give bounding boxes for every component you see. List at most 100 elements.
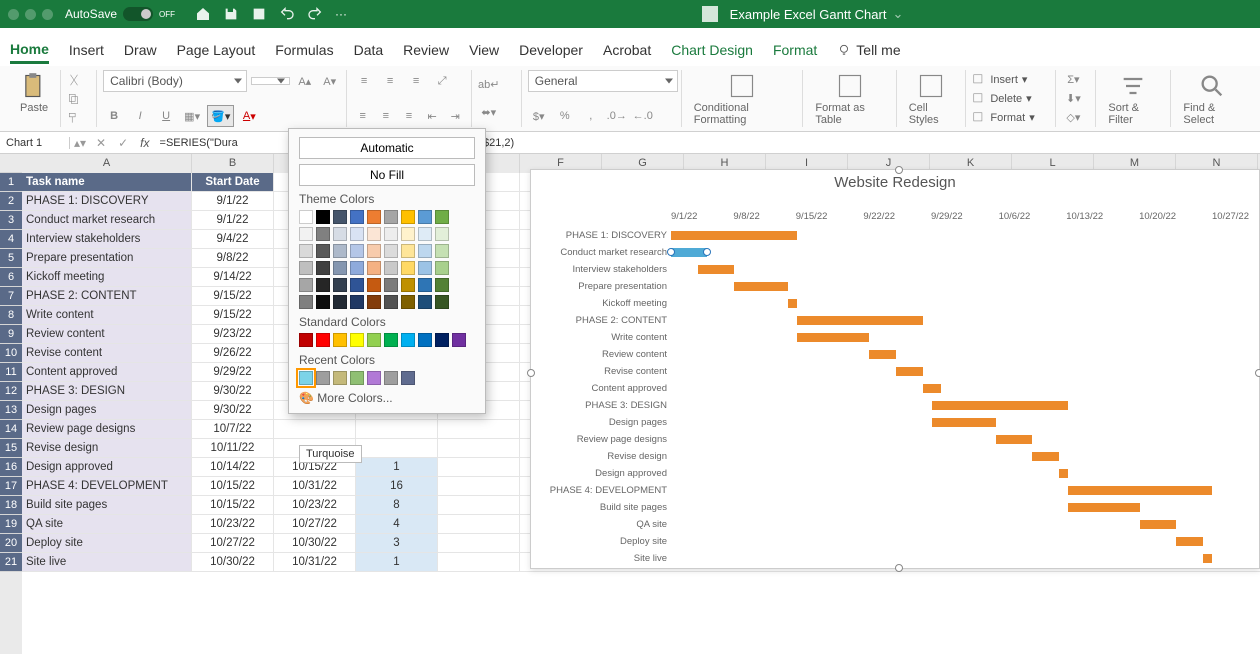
no-fill-button[interactable]: No Fill [299, 164, 475, 186]
color-swatch[interactable] [333, 278, 347, 292]
comma-icon[interactable]: , [580, 105, 602, 127]
format-painter-icon[interactable] [67, 111, 81, 125]
color-swatch[interactable] [367, 295, 381, 309]
chart-bar[interactable] [1176, 537, 1203, 546]
color-swatch[interactable] [401, 295, 415, 309]
more-icon[interactable]: ··· [335, 7, 347, 21]
paste-button[interactable]: Paste [14, 70, 54, 116]
color-swatch[interactable] [316, 244, 330, 258]
fx-icon[interactable]: fx [134, 136, 155, 150]
color-swatch[interactable] [418, 333, 432, 347]
color-swatch[interactable] [367, 261, 381, 275]
color-swatch[interactable] [316, 210, 330, 224]
tab-draw[interactable]: Draw [124, 38, 157, 62]
delete-cells-button[interactable]: Delete ▾ [972, 92, 1049, 106]
chart-bar[interactable] [996, 435, 1032, 444]
tell-me[interactable]: Tell me [837, 34, 900, 66]
redo-icon[interactable] [307, 6, 323, 22]
chart-bar[interactable] [1068, 503, 1140, 512]
indent-inc-icon[interactable]: ⇥ [446, 105, 465, 127]
color-swatch[interactable] [299, 371, 313, 385]
color-swatch[interactable] [384, 371, 398, 385]
color-swatch[interactable] [333, 210, 347, 224]
color-swatch[interactable] [316, 227, 330, 241]
percent-icon[interactable]: % [554, 105, 576, 127]
autosum-icon[interactable]: Σ▾ [1062, 70, 1084, 89]
align-right-icon[interactable]: ≡ [399, 105, 418, 127]
format-as-table-button[interactable]: Format as Table [809, 70, 889, 128]
color-swatch[interactable] [367, 210, 381, 224]
find-select-button[interactable]: Find & Select [1177, 70, 1246, 128]
color-swatch[interactable] [299, 210, 313, 224]
color-swatch[interactable] [435, 295, 449, 309]
increase-font-icon[interactable]: A▴ [294, 70, 315, 92]
chart-bar[interactable] [1059, 469, 1068, 478]
color-swatch[interactable] [299, 278, 313, 292]
color-swatch[interactable] [350, 227, 364, 241]
tab-data[interactable]: Data [354, 38, 384, 62]
autosave-toggle[interactable]: AutoSave OFF [65, 7, 175, 21]
color-swatch[interactable] [418, 295, 432, 309]
color-swatch[interactable] [316, 278, 330, 292]
inc-dec-icon[interactable]: .0→ [606, 105, 628, 127]
color-swatch[interactable] [367, 278, 381, 292]
color-swatch[interactable] [435, 278, 449, 292]
merge-icon[interactable]: ⬌▾ [478, 102, 500, 124]
cancel-icon[interactable]: ✕ [90, 136, 112, 150]
color-swatch[interactable] [316, 371, 330, 385]
color-swatch[interactable] [299, 244, 313, 258]
border-button[interactable]: ▦▾ [181, 105, 203, 127]
conditional-formatting-button[interactable]: Conditional Formatting [688, 70, 797, 128]
chart-bar[interactable] [932, 401, 1067, 410]
tab-format[interactable]: Format [773, 38, 817, 62]
color-swatch[interactable] [367, 371, 381, 385]
chart-bar[interactable] [1032, 452, 1059, 461]
color-swatch[interactable] [418, 261, 432, 275]
worksheet[interactable]: 123456789101112131415161718192021 ABCDEF… [0, 154, 1260, 654]
document-title[interactable]: Example Excel Gantt Chart ⌄ [696, 6, 904, 22]
color-swatch[interactable] [333, 227, 347, 241]
automatic-color-button[interactable]: Automatic [299, 137, 475, 159]
color-swatch[interactable] [299, 295, 313, 309]
fill-color-dropdown[interactable]: Automatic No Fill Theme Colors Standard … [288, 128, 486, 414]
tab-review[interactable]: Review [403, 38, 449, 62]
fill-icon[interactable]: ⬇▾ [1062, 89, 1084, 108]
color-swatch[interactable] [350, 371, 364, 385]
color-swatch[interactable] [401, 244, 415, 258]
color-swatch[interactable] [435, 210, 449, 224]
color-swatch[interactable] [367, 333, 381, 347]
tab-pagelayout[interactable]: Page Layout [177, 38, 256, 62]
chart-bar[interactable] [797, 316, 923, 325]
color-swatch[interactable] [299, 333, 313, 347]
wrap-text-icon[interactable]: ab↵ [478, 73, 500, 95]
chart-bar[interactable] [671, 231, 797, 240]
font-color-button[interactable]: A▾ [238, 105, 260, 127]
name-box[interactable]: Chart 1 [0, 137, 70, 149]
font-size-select[interactable] [251, 77, 290, 85]
tab-view[interactable]: View [469, 38, 499, 62]
color-swatch[interactable] [401, 333, 415, 347]
color-swatch[interactable] [401, 371, 415, 385]
color-swatch[interactable] [435, 261, 449, 275]
color-swatch[interactable] [333, 261, 347, 275]
home-icon[interactable] [195, 6, 211, 22]
chart-bar[interactable] [869, 350, 896, 359]
row-headers[interactable]: 123456789101112131415161718192021 [0, 154, 22, 654]
chart-bar[interactable] [932, 418, 995, 427]
align-bot-icon[interactable]: ≡ [405, 70, 427, 92]
color-swatch[interactable] [333, 333, 347, 347]
insert-cells-button[interactable]: Insert ▾ [972, 73, 1049, 87]
tab-formulas[interactable]: Formulas [275, 38, 333, 62]
color-swatch[interactable] [418, 227, 432, 241]
save-icon[interactable] [223, 6, 239, 22]
copy-icon[interactable] [67, 92, 81, 106]
color-swatch[interactable] [350, 333, 364, 347]
decrease-font-icon[interactable]: A▾ [319, 70, 340, 92]
format-cells-button[interactable]: Format ▾ [972, 111, 1049, 125]
chart-title[interactable]: Website Redesign [531, 170, 1259, 193]
align-mid-icon[interactable]: ≡ [379, 70, 401, 92]
fill-color-button[interactable]: 🪣▾ [207, 105, 234, 127]
color-swatch[interactable] [435, 333, 449, 347]
color-swatch[interactable] [384, 227, 398, 241]
color-swatch[interactable] [350, 244, 364, 258]
